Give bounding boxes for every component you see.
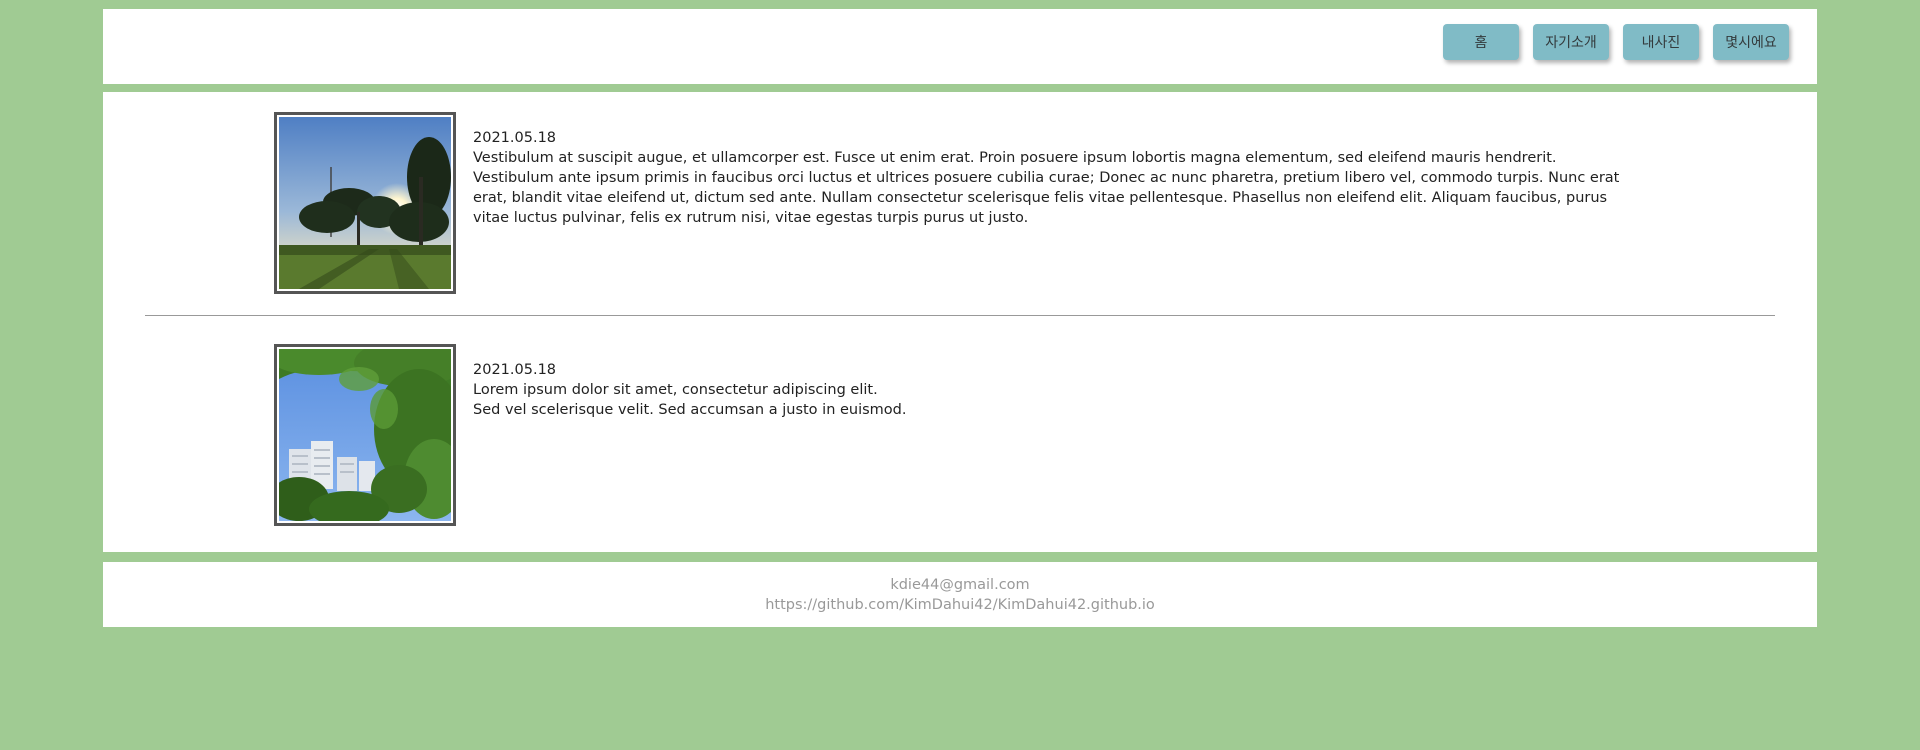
post-item: 2021.05.18 Vestibulum at suscipit augue,… — [274, 112, 1633, 294]
post-photo-sunset-trees[interactable] — [274, 112, 456, 294]
nav-about-button[interactable]: 자기소개 — [1533, 24, 1609, 60]
footer: kdie44@gmail.com https://github.com/KimD… — [103, 562, 1817, 627]
nav-clock-button[interactable]: 몇시에요 — [1713, 24, 1789, 60]
post-line: Lorem ipsum dolor sit amet, consectetur … — [473, 382, 878, 398]
post-photo-green-trees[interactable] — [274, 344, 456, 526]
photo-trees-image — [279, 349, 451, 521]
post-date: 2021.05.18 — [473, 130, 557, 146]
photo-sunset-image — [279, 117, 451, 289]
page-container: 홈 자기소개 내사진 몇시에요 2021.05.18 Vestibulum at… — [103, 9, 1817, 627]
main-nav: 홈 자기소개 내사진 몇시에요 — [1443, 24, 1789, 60]
post-divider — [145, 315, 1775, 316]
nav-home-button[interactable]: 홈 — [1443, 24, 1519, 60]
nav-photos-button[interactable]: 내사진 — [1623, 24, 1699, 60]
post-body: 2021.05.18 Vestibulum at suscipit augue,… — [473, 128, 1633, 228]
post-paragraph: Vestibulum at suscipit augue, et ullamco… — [473, 150, 1620, 226]
main-content: 2021.05.18 Vestibulum at suscipit augue,… — [103, 92, 1817, 552]
post-date: 2021.05.18 — [473, 362, 557, 378]
post-body: 2021.05.18 Lorem ipsum dolor sit amet, c… — [473, 360, 1633, 420]
post-item: 2021.05.18 Lorem ipsum dolor sit amet, c… — [274, 344, 1633, 526]
header: 홈 자기소개 내사진 몇시에요 — [103, 9, 1817, 84]
footer-email[interactable]: kdie44@gmail.com — [890, 575, 1029, 595]
footer-github-link[interactable]: https://github.com/KimDahui42/KimDahui42… — [765, 595, 1155, 615]
post-line: Sed vel scelerisque velit. Sed accumsan … — [473, 402, 907, 418]
